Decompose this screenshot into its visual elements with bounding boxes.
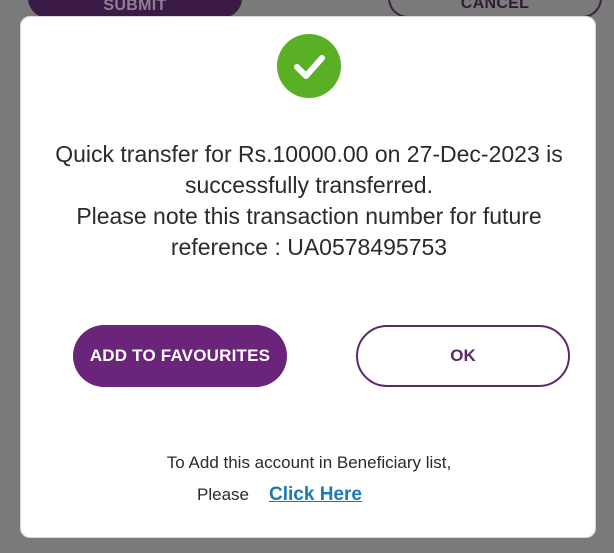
success-message: Quick transfer for Rs.10000.00 on 27-Dec… xyxy=(31,139,587,263)
message-line: successfully transferred. xyxy=(185,172,433,198)
message-line: reference : UA0578495753 xyxy=(170,234,448,260)
background-cancel-label: CANCEL xyxy=(460,0,530,12)
success-dialog: Quick transfer for Rs.10000.00 on 27-Dec… xyxy=(20,16,596,538)
add-to-favourites-button[interactable]: ADD TO FAVOURITES xyxy=(73,325,287,387)
message-line: Please note this transaction number for … xyxy=(76,203,542,229)
please-label: Please xyxy=(197,485,249,504)
message-line: Quick transfer for Rs.10000.00 on 27-Dec… xyxy=(55,141,563,167)
ok-button[interactable]: OK xyxy=(356,325,570,387)
click-here-link[interactable]: Click Here xyxy=(269,484,362,506)
check-circle-icon xyxy=(277,34,341,98)
beneficiary-prompt: To Add this account in Beneficiary list, xyxy=(166,453,452,472)
background-submit-label: SUBMIT xyxy=(103,0,167,14)
